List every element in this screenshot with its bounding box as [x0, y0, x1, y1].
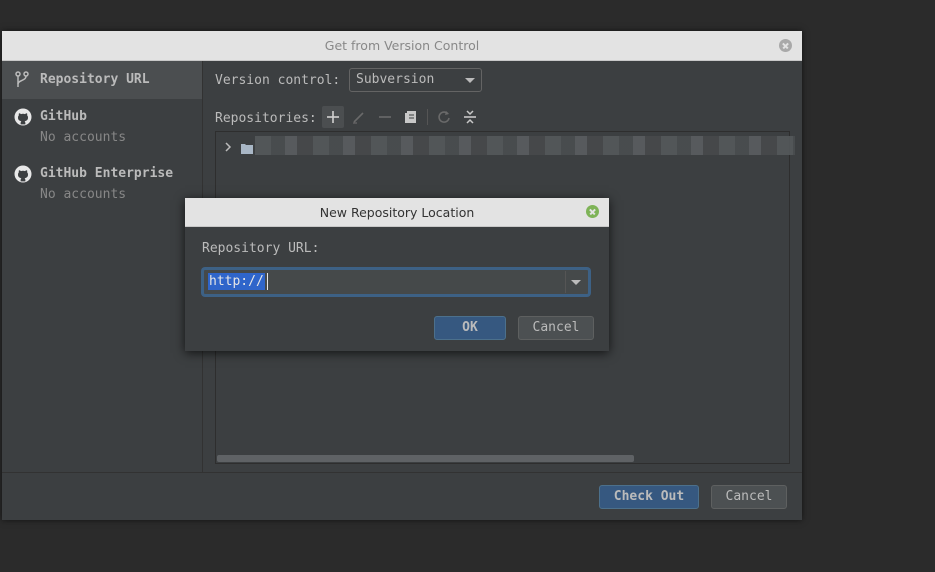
refresh-icon	[433, 111, 455, 132]
sidebar-item-github-enterprise[interactable]: GitHub Enterprise No accounts	[2, 155, 202, 211]
refresh-button[interactable]	[433, 106, 455, 128]
overlay-title-bar[interactable]: New Repository Location	[185, 198, 609, 227]
sidebar-item-github[interactable]: GitHub No accounts	[2, 99, 202, 155]
sidebar: Repository URL GitHub No accounts GitHub…	[2, 61, 203, 472]
github-icon	[14, 108, 32, 130]
sidebar-item-label: GitHub	[40, 109, 87, 124]
repositories-label: Repositories:	[215, 111, 317, 126]
close-icon[interactable]	[779, 39, 792, 52]
repository-url-combobox[interactable]: http://	[203, 269, 589, 295]
chevron-down-icon	[465, 78, 475, 83]
add-button[interactable]	[322, 106, 344, 128]
selected-url-text: http://	[208, 273, 265, 290]
toolbar-separator	[427, 109, 428, 125]
text-caret	[267, 273, 268, 290]
sidebar-item-label: GitHub Enterprise	[40, 166, 174, 181]
folder-icon	[241, 139, 253, 158]
sidebar-item-sublabel: No accounts	[40, 130, 127, 145]
ok-button[interactable]: OK	[434, 316, 506, 340]
remove-button[interactable]	[374, 106, 396, 128]
edit-icon	[348, 112, 370, 132]
sidebar-item-sublabel: No accounts	[40, 187, 127, 202]
collapse-all-button[interactable]	[459, 106, 481, 128]
redacted-repository-name	[255, 136, 795, 155]
browse-button[interactable]	[400, 106, 422, 128]
repository-url-label: Repository URL:	[202, 241, 320, 256]
collapse-all-icon	[459, 110, 481, 132]
sidebar-item-repository-url[interactable]: Repository URL	[2, 61, 202, 99]
sidebar-item-label: Repository URL	[40, 72, 150, 87]
new-repository-location-dialog: New Repository Location Repository URL: …	[185, 198, 609, 351]
version-control-value: Subversion	[356, 72, 435, 87]
cancel-button[interactable]: Cancel	[711, 485, 787, 509]
combobox-separator	[565, 271, 566, 293]
browse-icon	[400, 111, 422, 132]
main-title-bar[interactable]: Get from Version Control	[2, 31, 802, 61]
version-control-select[interactable]: Subversion	[349, 68, 482, 92]
edit-button[interactable]	[348, 106, 370, 128]
tree-row[interactable]	[216, 132, 795, 158]
cancel-button[interactable]: Cancel	[518, 316, 594, 340]
close-icon[interactable]	[586, 205, 599, 218]
overlay-dialog-title: New Repository Location	[319, 205, 475, 220]
remove-icon	[374, 113, 396, 132]
check-out-button[interactable]: Check Out	[599, 485, 699, 509]
chevron-right-icon[interactable]	[223, 138, 233, 157]
chevron-down-icon[interactable]	[571, 280, 581, 285]
github-icon	[14, 165, 32, 187]
horizontal-scrollbar[interactable]	[217, 455, 634, 462]
vcs-branch-icon	[14, 71, 30, 93]
add-icon	[322, 111, 344, 132]
version-control-label: Version control:	[215, 73, 341, 88]
main-dialog-title: Get from Version Control	[324, 38, 480, 53]
footer-divider	[2, 472, 802, 473]
